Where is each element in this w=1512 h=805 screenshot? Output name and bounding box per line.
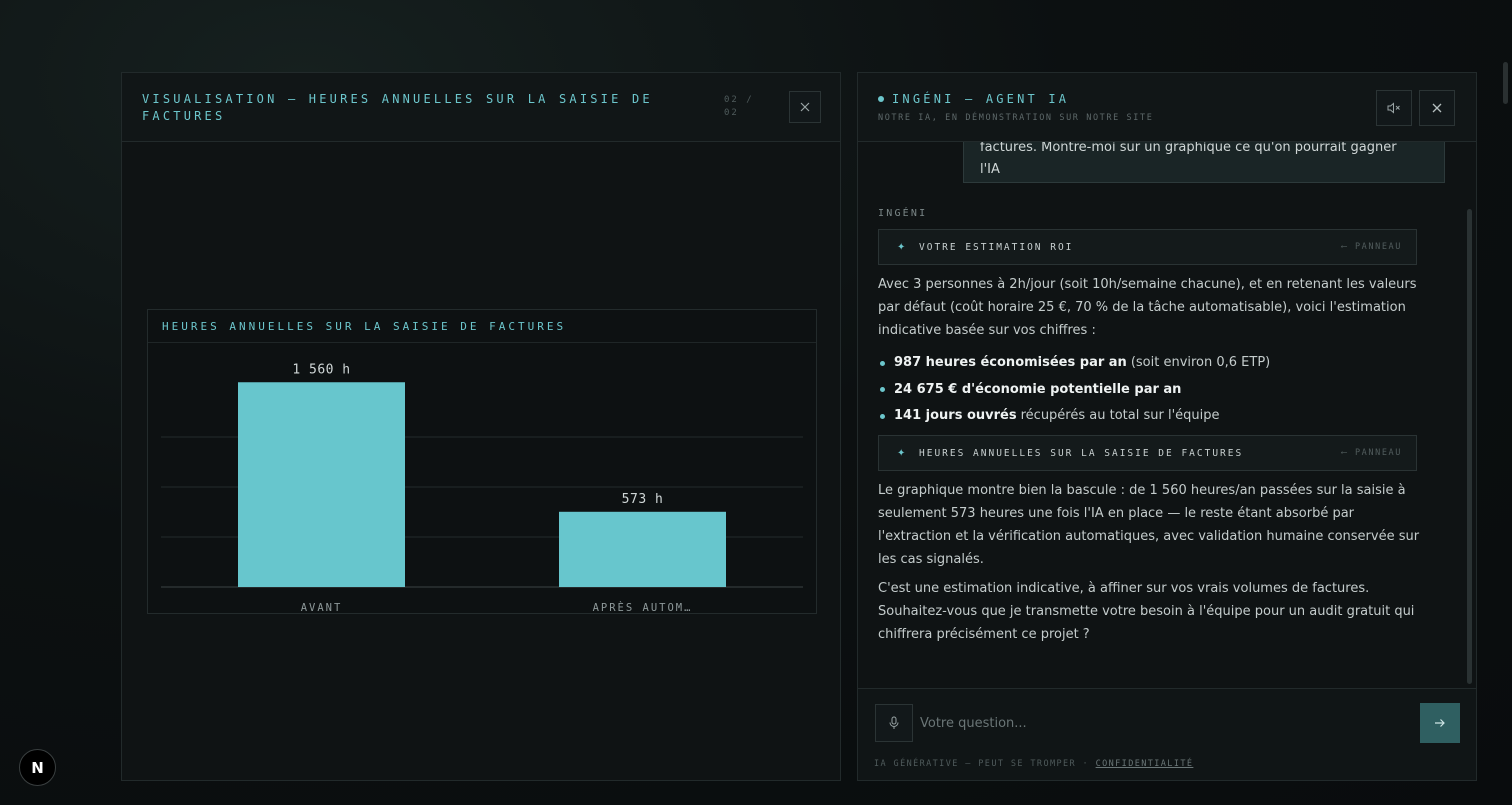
chat-composer: IA GÉNÉRATIVE — PEUT SE TROMPER · CONFID… <box>858 688 1476 780</box>
chip-label: HEURES ANNUELLES SUR LA SAISIE DE FACTUR… <box>919 447 1244 459</box>
privacy-link[interactable]: CONFIDENTIALITÉ <box>1096 759 1194 769</box>
chart-panel-chip[interactable]: ✦ HEURES ANNUELLES SUR LA SAISIE DE FACT… <box>878 435 1417 471</box>
speaker-mute-icon <box>1387 102 1400 114</box>
mute-button[interactable] <box>1376 90 1412 126</box>
bar-1 <box>559 511 726 587</box>
bot-intro-text: Avec 3 personnes à 2h/jour (soit 10h/sem… <box>878 277 1417 338</box>
disclaimer: IA GÉNÉRATIVE — PEUT SE TROMPER · CONFID… <box>874 759 1193 769</box>
chat-panel: INGÉNI — AGENT IA NOTRE IA, EN DÉMONSTRA… <box>857 72 1477 781</box>
user-message-end: l'IA <box>980 162 1000 177</box>
chat-title: INGÉNI — AGENT IA <box>892 92 1070 106</box>
question-input[interactable] <box>920 704 1415 742</box>
list-item: 987 heures économisées par an (soit envi… <box>880 350 1425 377</box>
bot-chart-comment: Le graphique montre bien la bascule : de… <box>878 483 1420 567</box>
chat-subtitle: NOTRE IA, EN DÉMONSTRATION SUR NOTRE SIT… <box>878 113 1154 123</box>
bullet-dot <box>880 413 885 419</box>
close-icon <box>800 102 810 112</box>
page-indicator: 02 / 02 <box>724 95 754 118</box>
bot-sender-label: INGÉNI <box>878 208 928 219</box>
bullet-rest: récupérés au total sur l'équipe <box>1020 408 1220 423</box>
bullet-bold: 141 jours ouvrés <box>894 408 1017 423</box>
category-tick-label: APRÈS AUTOM… <box>593 601 693 613</box>
bullet-dot <box>880 360 885 366</box>
list-item: 24 675 € d'économie potentielle par an <box>880 377 1425 404</box>
send-button[interactable] <box>1420 703 1460 743</box>
user-message: factures. Montre-moi sur un graphique ce… <box>963 142 1445 183</box>
roi-bullet-list: 987 heures économisées par an (soit envi… <box>880 350 1425 430</box>
bar-value-label: 1 560 h <box>292 362 350 377</box>
disclaimer-text: IA GÉNÉRATIVE — PEUT SE TROMPER · <box>874 759 1090 769</box>
page-scrollbar-thumb[interactable] <box>1503 62 1508 104</box>
bullet-bold: 24 675 € d'économie potentielle par an <box>894 381 1182 397</box>
online-status-dot <box>878 96 884 102</box>
chat-scrollbar-thumb[interactable] <box>1467 209 1472 684</box>
user-message-line: factures. Montre-moi sur un graphique ce… <box>980 142 1397 155</box>
visualisation-title: VISUALISATION — HEURES ANNUELLES SUR LA … <box>142 92 653 123</box>
bar-value-label: 573 h <box>622 492 664 507</box>
visualisation-close-button[interactable] <box>789 91 821 123</box>
chip-label: VOTRE ESTIMATION ROI <box>919 241 1074 253</box>
category-tick-label: AVANT <box>301 602 343 613</box>
visualisation-panel: VISUALISATION — HEURES ANNUELLES SUR LA … <box>121 72 841 781</box>
bullet-rest: (soit environ 0,6 ETP) <box>1130 355 1271 370</box>
open-panel-link[interactable]: ⟵ PANNEAU <box>1342 448 1402 458</box>
microphone-button[interactable] <box>875 704 913 742</box>
microphone-icon <box>889 716 899 729</box>
close-icon <box>1432 103 1442 113</box>
roi-estimate-chip[interactable]: ✦ VOTRE ESTIMATION ROI ⟵ PANNEAU <box>878 229 1417 265</box>
bar-chart: 1 560 h AVANT 573 h APRÈS AUTOM… <box>161 362 803 613</box>
sparkle-icon: ✦ <box>897 241 906 253</box>
sparkle-icon: ✦ <box>897 447 906 459</box>
chart-card: HEURES ANNUELLES SUR LA SAISIE DE FACTUR… <box>147 309 817 614</box>
chat-close-button[interactable] <box>1419 90 1455 126</box>
arrow-right-icon <box>1435 719 1445 727</box>
open-panel-link[interactable]: ⟵ PANNEAU <box>1342 242 1402 252</box>
bot-closing-text: C'est une estimation indicative, à affin… <box>878 581 1415 642</box>
chat-header: INGÉNI — AGENT IA NOTRE IA, EN DÉMONSTRA… <box>858 73 1476 142</box>
list-item: 141 jours ouvrés récupérés au total sur … <box>880 403 1425 430</box>
chat-messages[interactable]: factures. Montre-moi sur un graphique ce… <box>858 142 1468 688</box>
visualisation-header: VISUALISATION — HEURES ANNUELLES SUR LA … <box>122 73 840 142</box>
n-logo-badge[interactable]: N <box>19 749 56 786</box>
bar-0 <box>238 382 405 587</box>
bullet-bold: 987 heures économisées par an <box>894 355 1127 370</box>
chart-title: HEURES ANNUELLES SUR LA SAISIE DE FACTUR… <box>148 310 816 343</box>
bullet-dot <box>880 387 885 393</box>
